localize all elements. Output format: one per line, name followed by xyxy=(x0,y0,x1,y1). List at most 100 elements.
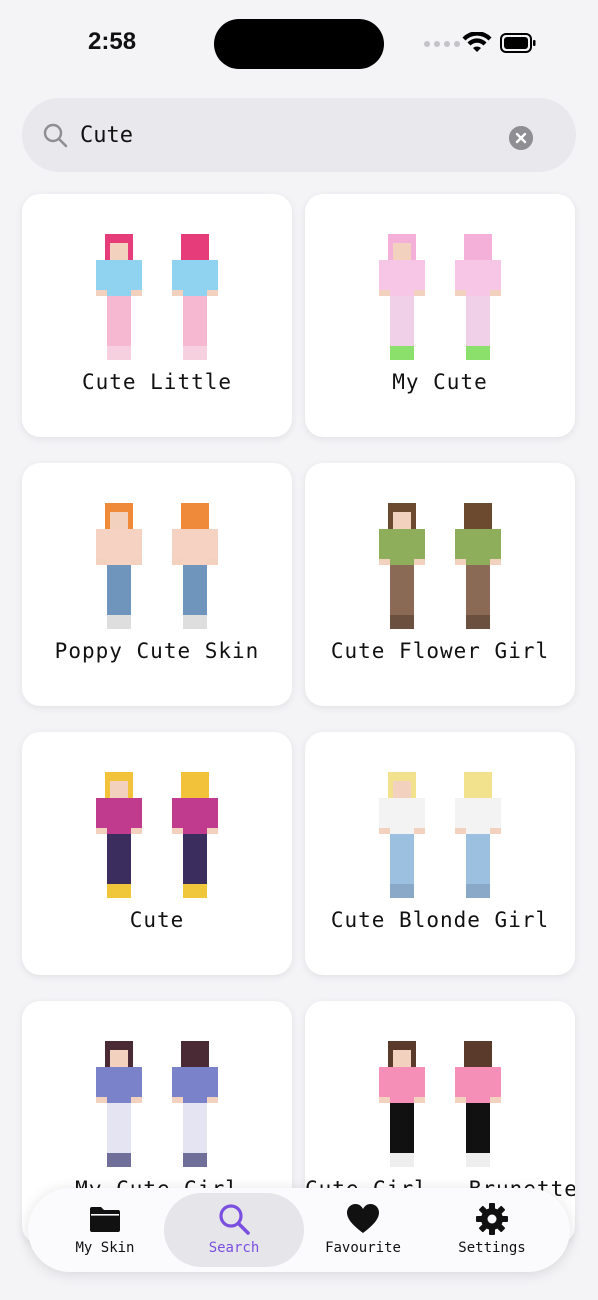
skin-body xyxy=(107,1067,131,1103)
skin-right-hand xyxy=(490,559,501,565)
skin-right-hand xyxy=(131,559,142,565)
skin-card-title: Cute Little xyxy=(81,370,233,394)
skin-card[interactable]: Poppy Cute Skin xyxy=(22,463,292,706)
skin-hair-right xyxy=(411,1041,416,1071)
skin-body xyxy=(466,260,490,296)
skin-right-hand xyxy=(414,828,425,834)
skin-left-leg xyxy=(183,296,195,346)
skin-right-hand xyxy=(131,290,142,296)
skin-front-preview xyxy=(379,772,425,898)
skin-hair-left xyxy=(388,772,393,802)
skin-left-hand xyxy=(172,1097,183,1103)
skin-left-leg xyxy=(107,1103,119,1153)
status-time: 2:58 xyxy=(88,28,137,55)
skin-body xyxy=(390,529,414,565)
skin-right-hand xyxy=(207,559,218,565)
skin-left-leg xyxy=(183,834,195,884)
skin-card[interactable]: Cute Blonde Girl xyxy=(305,732,575,975)
skin-left-leg xyxy=(390,296,402,346)
search-bar[interactable] xyxy=(22,98,576,172)
tab-my-skin[interactable]: My Skin xyxy=(40,1188,170,1272)
skin-left-leg xyxy=(390,834,402,884)
skin-hair-right xyxy=(128,234,133,264)
skin-right-shoe xyxy=(195,615,207,629)
skin-hair-left xyxy=(388,503,393,533)
skin-body xyxy=(183,529,207,565)
folder-icon xyxy=(90,1207,120,1232)
skin-left-shoe xyxy=(183,346,195,360)
tab-search[interactable]: Search xyxy=(164,1193,304,1267)
skin-right-leg xyxy=(478,1103,490,1153)
skin-body xyxy=(183,798,207,834)
skin-card[interactable]: My Cute xyxy=(305,194,575,437)
tab-label: Favourite xyxy=(325,1240,401,1256)
skin-back-preview xyxy=(455,503,501,629)
skin-right-shoe xyxy=(402,1153,414,1167)
tab-favourite[interactable]: Favourite xyxy=(298,1188,428,1272)
skin-left-shoe xyxy=(466,615,478,629)
gear-icon xyxy=(476,1203,508,1235)
skin-left-hand xyxy=(172,290,183,296)
skin-left-leg xyxy=(107,565,119,615)
skin-right-leg xyxy=(402,296,414,346)
skin-right-leg xyxy=(402,834,414,884)
search-icon xyxy=(43,123,68,148)
skin-card[interactable]: Cute Flower Girl xyxy=(305,463,575,706)
skin-card-title: Poppy Cute Skin xyxy=(54,639,260,663)
skin-body xyxy=(466,529,490,565)
skin-right-hand xyxy=(414,1097,425,1103)
tab-settings[interactable]: Settings xyxy=(427,1188,557,1272)
skin-left-shoe xyxy=(390,884,402,898)
skin-body xyxy=(107,529,131,565)
clear-search-button[interactable] xyxy=(509,126,533,150)
skin-right-leg xyxy=(119,1103,131,1153)
skin-hair-left xyxy=(105,234,110,264)
skin-right-leg xyxy=(119,834,131,884)
search-input[interactable] xyxy=(80,116,500,154)
skin-body xyxy=(107,798,131,834)
skin-left-shoe xyxy=(183,1153,195,1167)
skin-left-hand xyxy=(96,290,107,296)
skin-left-hand xyxy=(379,1097,390,1103)
skin-right-shoe xyxy=(119,346,131,360)
skin-left-shoe xyxy=(466,884,478,898)
skin-right-leg xyxy=(119,565,131,615)
skin-left-shoe xyxy=(107,1153,119,1167)
dynamic-island xyxy=(214,19,384,69)
skin-left-shoe xyxy=(466,346,478,360)
skin-right-shoe xyxy=(195,1153,207,1167)
skin-right-leg xyxy=(478,834,490,884)
skin-front-preview xyxy=(96,772,142,898)
skin-left-shoe xyxy=(107,615,119,629)
wifi-icon xyxy=(462,32,492,52)
skin-front-preview xyxy=(379,503,425,629)
skin-front-preview xyxy=(96,1041,142,1167)
skin-left-leg xyxy=(466,565,478,615)
skin-body xyxy=(183,260,207,296)
skin-right-leg xyxy=(402,565,414,615)
skin-left-shoe xyxy=(183,884,195,898)
skin-hair-right xyxy=(128,772,133,802)
skin-card[interactable]: Cute xyxy=(22,732,292,975)
tab-label: Search xyxy=(208,1240,260,1256)
skin-right-hand xyxy=(490,1097,501,1103)
skin-card-title: Cute Flower Girl xyxy=(330,639,550,663)
skin-right-leg xyxy=(195,834,207,884)
skin-back-preview xyxy=(455,234,501,360)
skin-back-preview xyxy=(172,772,218,898)
skin-back-preview xyxy=(455,1041,501,1167)
skin-right-shoe xyxy=(402,615,414,629)
skin-body xyxy=(390,798,414,834)
skin-front-preview xyxy=(379,234,425,360)
skin-left-hand xyxy=(455,290,466,296)
skin-hair-right xyxy=(411,234,416,264)
skin-card[interactable]: Cute Little xyxy=(22,194,292,437)
skin-card-title: Cute Blonde Girl xyxy=(330,908,550,932)
skin-hair-right xyxy=(411,772,416,802)
skin-right-leg xyxy=(478,565,490,615)
skin-left-shoe xyxy=(107,346,119,360)
skin-card-title: Cute xyxy=(129,908,185,932)
skin-back-preview xyxy=(455,772,501,898)
skin-left-hand xyxy=(172,559,183,565)
skin-right-hand xyxy=(207,290,218,296)
